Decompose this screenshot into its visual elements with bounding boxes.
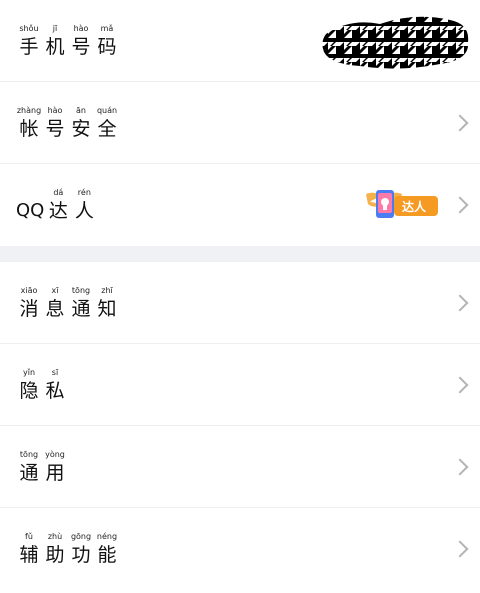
- chevron-right-icon: [451, 458, 469, 475]
- settings-row-qq-daren[interactable]: QQ dá 达 rén 人 达人: [0, 164, 480, 246]
- row-label: xiāo 消 xī 息 tōng 通 zhī 知: [16, 262, 120, 343]
- hanzi: 号: [45, 117, 65, 140]
- hanzi: 能: [97, 544, 117, 566]
- pinyin: dá: [53, 188, 64, 197]
- pinyin: ān: [76, 105, 86, 115]
- settings-row-account-security[interactable]: zhàng 帐 hào 号 ān 安 quán 全: [0, 82, 480, 164]
- chevron-right-icon: [451, 114, 469, 131]
- row-label: zhàng 帐 hào 号 ān 安 quán 全: [16, 82, 120, 163]
- settings-row-phone-number[interactable]: shǒu 手 jī 机 hào 号 mǎ 码: [0, 0, 480, 82]
- settings-row-general[interactable]: tōng 通 yòng 用: [0, 426, 480, 508]
- pinyin: zhàng: [16, 105, 42, 115]
- row-label: tōng 通 yòng 用: [16, 426, 68, 507]
- hanzi: 隐: [19, 379, 39, 402]
- redacted-phone-number: [322, 16, 469, 69]
- hanzi: 通: [19, 461, 39, 484]
- row-label: shǒu 手 jī 机 hào 号 mǎ 码: [16, 0, 120, 81]
- hanzi: 帐: [19, 117, 39, 140]
- hanzi: 私: [45, 379, 65, 402]
- chevron-right-icon: [451, 294, 469, 311]
- hanzi: 全: [97, 117, 117, 140]
- hanzi: 功: [71, 544, 91, 566]
- hanzi: 人: [74, 200, 94, 222]
- label-prefix: QQ: [16, 199, 45, 221]
- section-divider: [0, 246, 480, 262]
- hanzi: 机: [45, 35, 65, 58]
- hanzi: 手: [19, 35, 39, 58]
- pinyin: tōng: [71, 285, 91, 295]
- pinyin: néng: [96, 532, 118, 541]
- pinyin: tōng: [19, 449, 39, 459]
- chevron-right-icon: [451, 376, 469, 393]
- pinyin: quán: [96, 105, 118, 115]
- hanzi: 助: [45, 544, 65, 566]
- settings-row-accessibility[interactable]: fǔ 辅 zhù 助 gōng 功 néng 能: [0, 508, 480, 590]
- hanzi: 号: [71, 35, 91, 58]
- hanzi: 通: [71, 297, 91, 320]
- hanzi: 用: [45, 461, 65, 484]
- pinyin: hào: [47, 105, 63, 115]
- pinyin: xiāo: [20, 285, 38, 295]
- settings-group: xiāo 消 xī 息 tōng 通 zhī 知 yǐn 隐 sī 私 tōng 通 yòng…: [0, 262, 480, 590]
- pinyin: yǐn: [22, 367, 36, 377]
- row-label: fǔ 辅 zhù 助 gōng 功 néng 能: [16, 508, 120, 590]
- pinyin: zhù: [47, 532, 63, 541]
- pinyin: gōng: [70, 532, 92, 541]
- hanzi: 知: [97, 297, 117, 320]
- pinyin: jī: [52, 23, 58, 33]
- hanzi: 达: [48, 200, 68, 222]
- hanzi: 消: [19, 297, 39, 320]
- hanzi: 安: [71, 117, 91, 140]
- pinyin: fǔ: [25, 532, 33, 541]
- winged-phone-icon: [366, 190, 438, 218]
- pinyin: mǎ: [100, 23, 114, 33]
- settings-row-privacy[interactable]: yǐn 隐 sī 私: [0, 344, 480, 426]
- pinyin: xī: [51, 285, 59, 295]
- daren-badge: 达人: [362, 186, 440, 222]
- pinyin: hào: [73, 23, 89, 33]
- chevron-right-icon: [451, 540, 469, 558]
- pinyin: zhī: [101, 285, 113, 295]
- pinyin: sī: [51, 367, 59, 377]
- pinyin: rén: [77, 188, 91, 197]
- account-group: shǒu 手 jī 机 hào 号 mǎ 码 zhàng 帐 hào 号 ān 安 quán 全: [0, 0, 480, 246]
- settings-row-notifications[interactable]: xiāo 消 xī 息 tōng 通 zhī 知: [0, 262, 480, 344]
- hanzi: 辅: [19, 544, 39, 566]
- hanzi: 息: [45, 297, 65, 320]
- pinyin: shǒu: [19, 23, 39, 33]
- row-label: yǐn 隐 sī 私: [16, 344, 68, 425]
- badge-text: 达人: [402, 200, 427, 214]
- chevron-right-icon: [451, 196, 469, 214]
- pinyin: yòng: [45, 449, 65, 459]
- row-label: QQ dá 达 rén 人: [16, 164, 97, 246]
- hanzi: 码: [97, 35, 117, 58]
